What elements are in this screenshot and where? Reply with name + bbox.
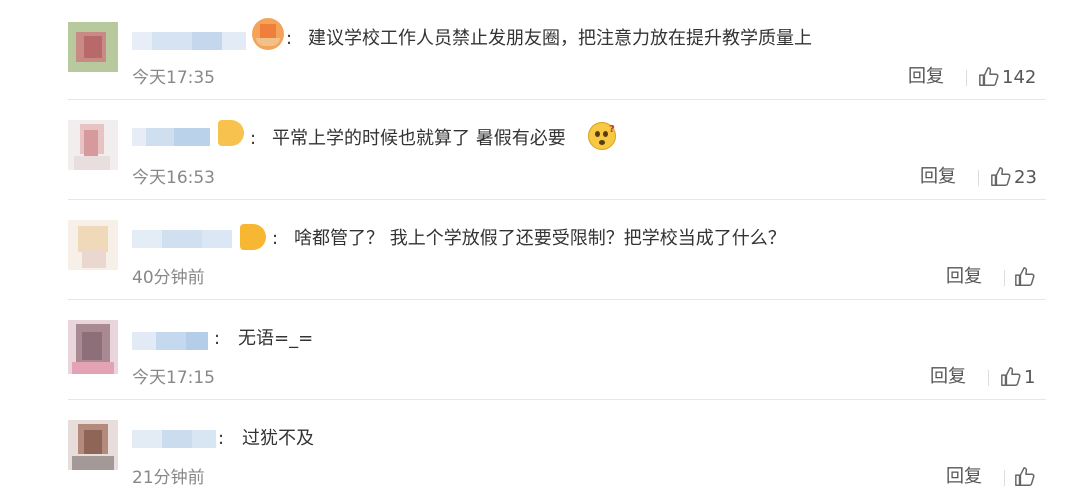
thumbs-up-icon — [979, 67, 999, 86]
like-count: 23 — [1014, 166, 1037, 188]
action-divider — [1004, 270, 1005, 286]
avatar[interactable] — [68, 420, 118, 470]
comment-text: 过犹不及 — [242, 428, 314, 449]
confused-emoji-icon: ? — [588, 122, 616, 150]
thumbs-up-icon — [991, 167, 1011, 186]
comment-item: : 啥都管了？ 我上个学放假了还要受限制？把学校当成了什么？ 40分钟前 回复 — [68, 200, 1046, 300]
comment-item: : 平常上学的时候也就算了 暑假有必要 ? 今天16:53 回复 23 — [68, 100, 1046, 200]
username-blurred[interactable] — [132, 430, 216, 448]
comment-time: 21分钟前 — [132, 468, 205, 488]
comment-time: 40分钟前 — [132, 268, 205, 288]
like-button[interactable] — [1014, 264, 1038, 290]
username-blurred[interactable] — [132, 128, 210, 146]
reply-button[interactable]: 回复 — [930, 364, 966, 390]
thumbs-up-icon — [1015, 267, 1035, 286]
reply-button[interactable]: 回复 — [920, 164, 956, 190]
reply-button[interactable]: 回复 — [946, 264, 982, 290]
avatar[interactable] — [68, 220, 118, 270]
comment-item: : 无语=_= 今天17:15 回复 1 — [68, 300, 1046, 400]
moon-emoji-icon — [240, 224, 266, 250]
avatar[interactable] — [68, 120, 118, 170]
separator-colon: : — [218, 428, 225, 449]
action-divider — [988, 370, 989, 386]
grinning-emoji-icon — [252, 18, 284, 50]
avatar[interactable] — [68, 320, 118, 374]
action-divider — [1004, 470, 1005, 486]
like-button[interactable]: 1 — [1000, 364, 1035, 390]
thumbs-up-icon — [1001, 367, 1021, 386]
like-count: 142 — [1002, 66, 1037, 88]
action-divider — [966, 70, 967, 86]
username-blurred[interactable] — [132, 332, 208, 350]
like-button[interactable]: 142 — [978, 64, 1036, 90]
reply-button[interactable]: 回复 — [946, 464, 982, 490]
reply-button[interactable]: 回复 — [908, 64, 944, 90]
comment-text: 啥都管了？ 我上个学放假了还要受限制？把学校当成了什么？ — [294, 228, 786, 249]
comment-text: 建议学校工作人员禁止发朋友圈，把注意力放在提升教学质量上 — [308, 28, 812, 49]
separator-colon: : — [214, 328, 221, 349]
separator-colon: : — [272, 228, 279, 249]
comment-text: 平常上学的时候也就算了 暑假有必要 — [272, 128, 566, 149]
comment-text: 无语=_= — [238, 328, 314, 349]
avatar[interactable] — [68, 22, 118, 72]
like-button[interactable]: 23 — [990, 164, 1037, 190]
username-blurred[interactable] — [132, 230, 232, 248]
action-divider — [978, 170, 979, 186]
separator-colon: : — [250, 128, 257, 149]
like-count: 1 — [1024, 366, 1036, 388]
separator-colon: : — [286, 28, 293, 49]
comment-item: : 建议学校工作人员禁止发朋友圈，把注意力放在提升教学质量上 今天17:35 回… — [68, 0, 1046, 100]
comment-time: 今天17:15 — [132, 368, 215, 388]
username-blurred[interactable] — [132, 32, 246, 50]
thumbs-up-icon — [1015, 467, 1035, 486]
comment-time: 今天17:35 — [132, 68, 215, 88]
moon-emoji-icon — [218, 120, 244, 146]
like-button[interactable] — [1014, 464, 1038, 490]
comment-time: 今天16:53 — [132, 168, 215, 188]
comment-item: : 过犹不及 21分钟前 回复 — [68, 400, 1046, 502]
